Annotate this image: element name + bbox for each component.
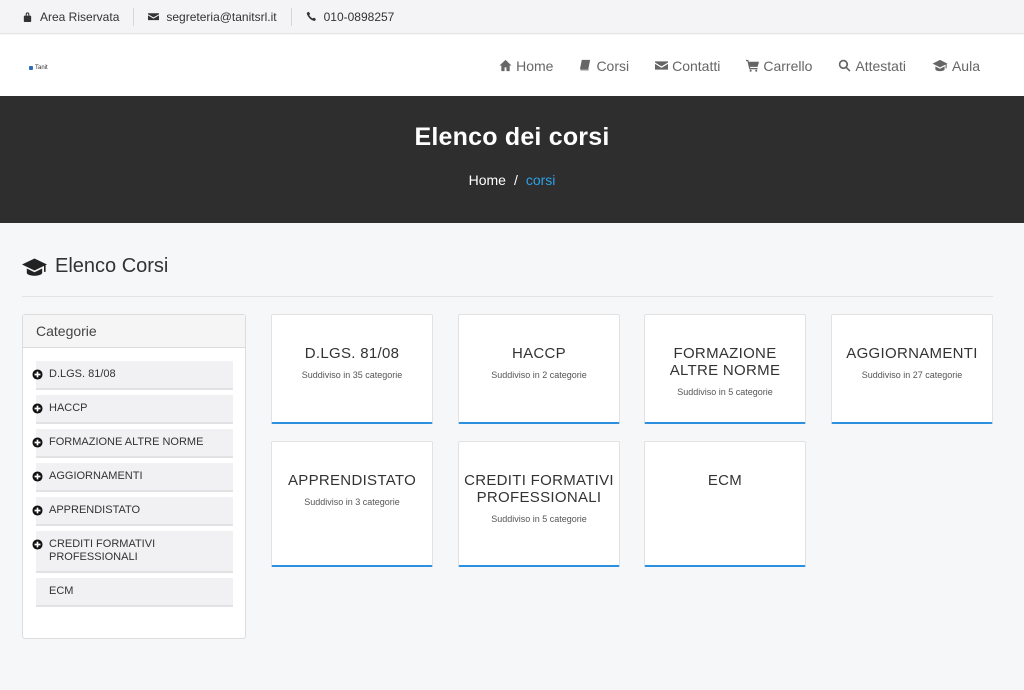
- sidebar-item-haccp[interactable]: HACCP: [32, 395, 233, 424]
- sidebar-item-ecm[interactable]: ECM: [36, 578, 233, 607]
- graduation-cap-icon: [932, 59, 948, 72]
- plus-circle-icon: [32, 539, 43, 550]
- breadcrumb-separator: /: [513, 172, 518, 188]
- course-card-aggiornamenti[interactable]: AGGIORNAMENTI Suddiviso in 27 categorie: [831, 314, 993, 424]
- breadcrumb-home[interactable]: Home: [469, 172, 506, 188]
- course-card-apprendistato[interactable]: APPRENDISTATO Suddiviso in 3 categorie: [271, 441, 433, 567]
- course-card-ecm[interactable]: ECM: [644, 441, 806, 567]
- sidebar-item-apprendistato[interactable]: APPRENDISTATO: [32, 497, 233, 526]
- sidebar-item-label: ECM: [49, 585, 74, 597]
- area-riservata-label: Area Riservata: [40, 9, 120, 24]
- card-title: APPRENDISTATO: [287, 472, 417, 489]
- section-heading-label: Elenco Corsi: [55, 255, 169, 277]
- course-card-crediti[interactable]: CREDITI FORMATIVI PROFESSIONALI Suddivis…: [458, 441, 620, 567]
- card-title: AGGIORNAMENTI: [846, 345, 978, 362]
- main-nav: Home Corsi Contatti Carrello Attestati A…: [499, 35, 980, 96]
- envelope-icon: [655, 61, 669, 70]
- card-subtitle: Suddiviso in 2 categorie: [491, 370, 587, 380]
- nav-aula[interactable]: Aula: [932, 58, 980, 74]
- nav-carrello[interactable]: Carrello: [746, 58, 812, 74]
- sidebar-item-label: HACCP: [49, 402, 88, 414]
- sidebar-item-label: FORMAZIONE ALTRE NORME: [49, 436, 204, 448]
- card-title: CREDITI FORMATIVI PROFESSIONALI: [464, 472, 614, 506]
- logo-mark-icon: [29, 66, 33, 70]
- cart-icon: [746, 59, 760, 72]
- sidebar-item-label: D.LGS. 81/08: [49, 368, 116, 380]
- sidebar-item-crediti[interactable]: CREDITI FORMATIVI PROFESSIONALI: [32, 531, 233, 573]
- lock-icon: [23, 12, 32, 22]
- nav-attestati[interactable]: Attestati: [838, 58, 906, 74]
- page-hero: Elenco dei corsi Home / corsi: [0, 96, 1024, 223]
- book-icon: [580, 59, 591, 71]
- nav-home-label: Home: [516, 57, 554, 74]
- area-riservata-link[interactable]: Area Riservata: [22, 7, 135, 26]
- email-label: segreteria@tanitsrl.it: [166, 9, 277, 24]
- plus-circle-icon: [32, 369, 43, 380]
- card-title: ECM: [707, 472, 743, 489]
- nav-corsi[interactable]: Corsi: [579, 58, 629, 74]
- search-icon: [839, 59, 851, 72]
- course-card-formazione[interactable]: FORMAZIONE ALTRE NORME Suddiviso in 5 ca…: [644, 314, 806, 424]
- section-divider: [22, 296, 993, 297]
- email-link[interactable]: segreteria@tanitsrl.it: [148, 7, 292, 26]
- course-card-dlgs[interactable]: D.LGS. 81/08 Suddiviso in 35 categorie: [271, 314, 433, 424]
- sidebar-item-label: AGGIORNAMENTI: [49, 470, 143, 482]
- card-title: HACCP: [511, 345, 566, 362]
- nav-home[interactable]: Home: [499, 58, 553, 74]
- breadcrumb-current: corsi: [525, 172, 556, 188]
- course-card-haccp[interactable]: HACCP Suddiviso in 2 categorie: [458, 314, 620, 424]
- card-subtitle: Suddiviso in 3 categorie: [304, 497, 400, 507]
- home-icon: [499, 59, 512, 72]
- graduation-cap-icon: [22, 258, 47, 276]
- phone-label: 010-0898257: [323, 9, 395, 24]
- section-heading: Elenco Corsi: [22, 255, 168, 278]
- envelope-icon: [148, 13, 160, 21]
- breadcrumb: Home / corsi: [0, 172, 1024, 188]
- sidebar-item-formazione[interactable]: FORMAZIONE ALTRE NORME: [32, 429, 233, 458]
- sidebar-item-dlgs[interactable]: D.LGS. 81/08: [32, 361, 233, 390]
- sidebar-item-aggiornamenti[interactable]: AGGIORNAMENTI: [32, 463, 233, 492]
- nav-corsi-label: Corsi: [596, 57, 630, 74]
- logo-text: Tanit: [35, 65, 48, 71]
- plus-circle-icon: [32, 505, 43, 516]
- card-subtitle: Suddiviso in 27 categorie: [861, 370, 963, 380]
- top-bar: Area Riservata segreteria@tanitsrl.it 01…: [0, 0, 1024, 34]
- plus-circle-icon: [32, 437, 43, 448]
- nav-aula-label: Aula: [951, 57, 980, 74]
- plus-circle-icon: [32, 403, 43, 414]
- card-subtitle: Suddiviso in 35 categorie: [301, 370, 403, 380]
- phone-link[interactable]: 010-0898257: [306, 8, 409, 26]
- nav-contatti[interactable]: Contatti: [655, 58, 720, 74]
- card-subtitle: Suddiviso in 5 categorie: [677, 387, 773, 397]
- phone-icon: [306, 11, 316, 21]
- sidebar-item-label: CREDITI FORMATIVI PROFESSIONALI: [49, 538, 156, 563]
- nav-carrello-label: Carrello: [763, 57, 813, 74]
- card-subtitle: Suddiviso in 5 categorie: [491, 514, 587, 524]
- sidebar-item-label: APPRENDISTATO: [49, 504, 141, 516]
- category-list: D.LGS. 81/08 HACCP FORMAZIONE ALTRE NORM…: [32, 361, 233, 612]
- card-title: D.LGS. 81/08: [304, 345, 400, 362]
- nav-contatti-label: Contatti: [672, 57, 721, 74]
- sidebar-title: Categorie: [23, 315, 245, 348]
- plus-circle-icon: [32, 471, 43, 482]
- logo[interactable]: Tanit: [29, 65, 48, 71]
- main-header: Tanit Home Corsi Contatti Carrello Attes…: [0, 35, 1024, 96]
- categories-sidebar: Categorie D.LGS. 81/08 HACCP FORMAZIONE …: [22, 314, 246, 639]
- card-title: FORMAZIONE ALTRE NORME: [669, 345, 781, 379]
- page-title: Elenco dei corsi: [414, 123, 610, 151]
- nav-attestati-label: Attestati: [855, 57, 906, 74]
